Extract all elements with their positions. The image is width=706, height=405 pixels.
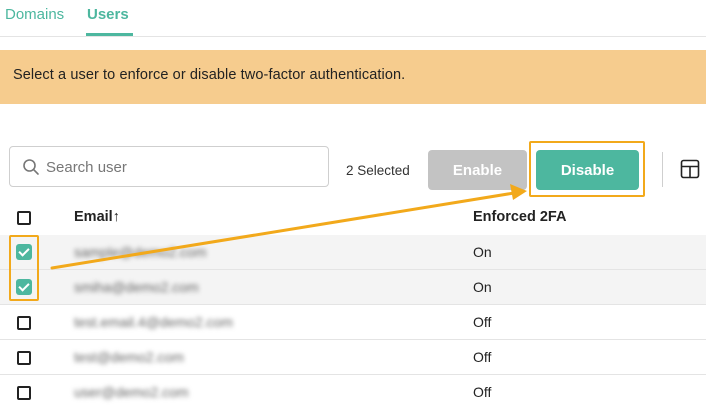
row-checkbox[interactable] [17, 386, 31, 400]
row-email: sample@demo2.com [74, 244, 207, 260]
row-checkbox[interactable] [17, 351, 31, 365]
table-header: Email↑ Enforced 2FA [0, 201, 706, 235]
enable-button[interactable]: Enable [428, 150, 527, 190]
row-email: test@demo2.com [74, 349, 184, 365]
row-email: user@demo2.com [74, 384, 189, 400]
selected-count: 2 Selected [346, 163, 410, 178]
tab-domains[interactable]: Domains [5, 6, 64, 23]
banner-text: Select a user to enforce or disable two-… [13, 67, 406, 83]
table-row[interactable]: test.email.4@demo2.com Off [0, 305, 706, 340]
table-row[interactable]: sample@demo2.com On [0, 235, 706, 270]
table-columns-icon[interactable] [680, 159, 700, 179]
info-banner: Select a user to enforce or disable two-… [0, 50, 706, 104]
tab-bar: Domains Users [0, 0, 706, 37]
column-header-email[interactable]: Email↑ [74, 209, 120, 225]
table-row[interactable]: user@demo2.com Off [0, 375, 706, 405]
row-2fa-status: Off [473, 349, 492, 365]
tab-users[interactable]: Users [87, 6, 129, 23]
annotation-highlight-disable [529, 141, 645, 197]
search-box[interactable] [9, 146, 329, 187]
row-2fa-status: Off [473, 314, 492, 330]
search-icon [23, 159, 39, 175]
row-email: smiha@demo2.com [74, 279, 199, 295]
row-2fa-status: On [473, 244, 492, 260]
row-2fa-status: Off [473, 384, 492, 400]
user-table-body: sample@demo2.com On smiha@demo2.com On t… [0, 235, 706, 405]
row-email: test.email.4@demo2.com [74, 314, 233, 330]
table-row[interactable]: test@demo2.com Off [0, 340, 706, 375]
table-row[interactable]: smiha@demo2.com On [0, 270, 706, 305]
column-header-enforced-2fa[interactable]: Enforced 2FA [473, 209, 566, 225]
search-input[interactable] [46, 153, 316, 181]
toolbar-divider [662, 152, 663, 187]
annotation-highlight-checkboxes [9, 235, 39, 301]
row-2fa-status: On [473, 279, 492, 295]
active-tab-indicator [86, 33, 133, 36]
select-all-checkbox[interactable] [17, 211, 31, 225]
row-checkbox[interactable] [17, 316, 31, 330]
